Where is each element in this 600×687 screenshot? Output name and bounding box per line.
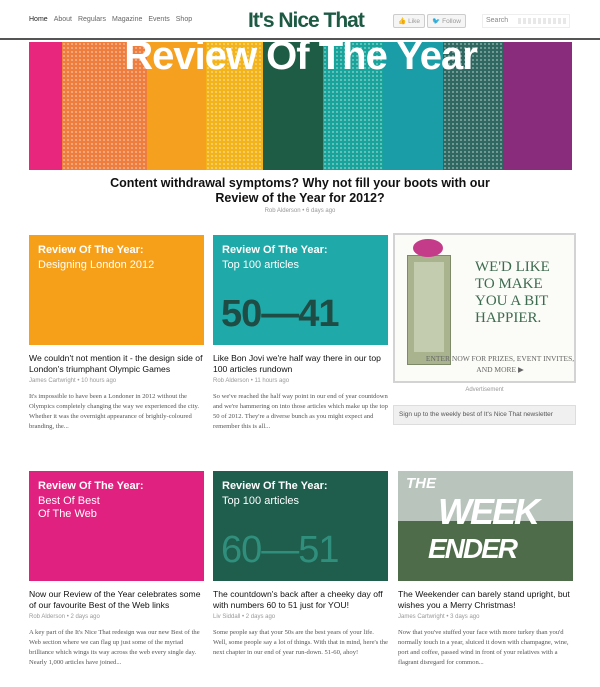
thumb-line1: Review Of The Year: <box>222 244 328 256</box>
search-decoration <box>518 18 566 24</box>
thumb-line2: Top 100 articles <box>222 495 300 507</box>
article-title[interactable]: Now our Review of the Year celebrates so… <box>29 589 204 611</box>
nav-home[interactable]: Home <box>29 16 48 23</box>
ad-headline: WE'D LIKE TO MAKE YOU A BIT HAPPIER. <box>475 259 550 326</box>
newsletter-signup[interactable]: Sign up to the weekly best of It's Nice … <box>393 405 576 425</box>
thumb-word3: ENDER <box>428 533 518 564</box>
hero-title: Review Of The Year <box>124 34 478 78</box>
thumb-line1: Review Of The Year: <box>222 480 328 492</box>
top-bar: Home About Regulars Magazine Events Shop… <box>0 0 600 40</box>
social-buttons: 👍 Like 🐦 Follow <box>393 14 466 28</box>
article-title[interactable]: Like Bon Jovi we're half way there in ou… <box>213 353 388 375</box>
article-title[interactable]: The Weekender can barely stand upright, … <box>398 589 573 611</box>
thumb-line1: Review Of The Year: <box>38 244 144 256</box>
article-excerpt: Some people say that your 50s are the be… <box>213 629 388 656</box>
article-card: Review Of The Year: Top 100 articles 50—… <box>213 235 388 432</box>
article-excerpt: A key part of the It's Nice That redesig… <box>29 629 200 666</box>
article-card: Review Of The Year: Designing London 201… <box>29 235 204 432</box>
nav-events[interactable]: Events <box>148 16 169 23</box>
thumb-line3: Of The Web <box>38 508 97 520</box>
article-thumbnail[interactable]: Review Of The Year: Top 100 articles 50—… <box>213 235 388 345</box>
feature-meta: Rob Alderson • 6 days ago <box>264 208 336 214</box>
nav-shop[interactable]: Shop <box>176 16 192 23</box>
thumb-line1: Review Of The Year: <box>38 480 144 492</box>
thumbs-up-icon: 👍 <box>398 18 407 25</box>
article-title[interactable]: The countdown's back after a cheeky day … <box>213 589 388 611</box>
search-input[interactable]: Search <box>482 14 570 28</box>
article-card: THE WEEK ENDER The Weekender can barely … <box>398 471 573 668</box>
nav-magazine[interactable]: Magazine <box>112 16 142 23</box>
article-meta: Rob Alderson • 2 days ago <box>29 614 100 620</box>
thumb-line2: Best Of Best <box>38 495 100 507</box>
nav-about[interactable]: About <box>54 16 72 23</box>
thumb-word1: THE <box>406 475 436 492</box>
article-thumbnail[interactable]: Review Of The Year: Designing London 201… <box>29 235 204 345</box>
article-thumbnail[interactable]: Review Of The Year: Top 100 articles 60—… <box>213 471 388 581</box>
search-placeholder: Search <box>486 17 509 24</box>
thumb-number: 60—51 <box>221 529 340 571</box>
gift-bow-image <box>413 239 443 257</box>
article-excerpt: Now that you've stuffed your face with m… <box>398 629 569 666</box>
thumb-line2: Designing London 2012 <box>38 259 155 271</box>
article-thumbnail[interactable]: THE WEEK ENDER <box>398 471 573 581</box>
thumb-word2: WEEK <box>438 491 540 532</box>
article-card: Review Of The Year: Top 100 articles 60—… <box>213 471 388 658</box>
like-button[interactable]: 👍 Like <box>393 14 426 28</box>
ad-subtext: ENTER NOW FOR PRIZES, EVENT INVITES, AND… <box>425 354 575 374</box>
thumb-number: 50—41 <box>221 293 340 335</box>
article-meta: James Cartwright • 10 hours ago <box>29 378 117 384</box>
follow-label: Follow <box>442 17 461 25</box>
article-meta: Rob Alderson • 11 hours ago <box>213 378 290 384</box>
bird-icon: 🐦 <box>432 18 441 25</box>
feature-title[interactable]: Content withdrawal symptoms? Why not fil… <box>110 176 490 206</box>
article-thumbnail[interactable]: Review Of The Year: Best Of Best Of The … <box>29 471 204 581</box>
gift-box-image <box>407 255 451 365</box>
article-card: Review Of The Year: Best Of Best Of The … <box>29 471 204 668</box>
nav-regulars[interactable]: Regulars <box>78 16 106 23</box>
thumb-line2: Top 100 articles <box>222 259 300 271</box>
follow-button[interactable]: 🐦 Follow <box>427 14 466 28</box>
article-meta: James Cartwright • 3 days ago <box>398 614 480 620</box>
article-excerpt: So we've reached the half way point in o… <box>213 393 388 430</box>
article-meta: Liv Siddall • 2 days ago <box>213 614 276 620</box>
article-excerpt: It's impossible to have been a Londoner … <box>29 393 200 430</box>
advertisement[interactable]: WE'D LIKE TO MAKE YOU A BIT HAPPIER. ENT… <box>393 233 576 383</box>
like-label: Like <box>408 17 421 25</box>
article-title[interactable]: We couldn't not mention it - the design … <box>29 353 204 375</box>
ad-caption: Advertisement <box>465 387 504 393</box>
main-nav: Home About Regulars Magazine Events Shop <box>29 16 192 23</box>
site-logo[interactable]: It's Nice That <box>248 9 365 33</box>
